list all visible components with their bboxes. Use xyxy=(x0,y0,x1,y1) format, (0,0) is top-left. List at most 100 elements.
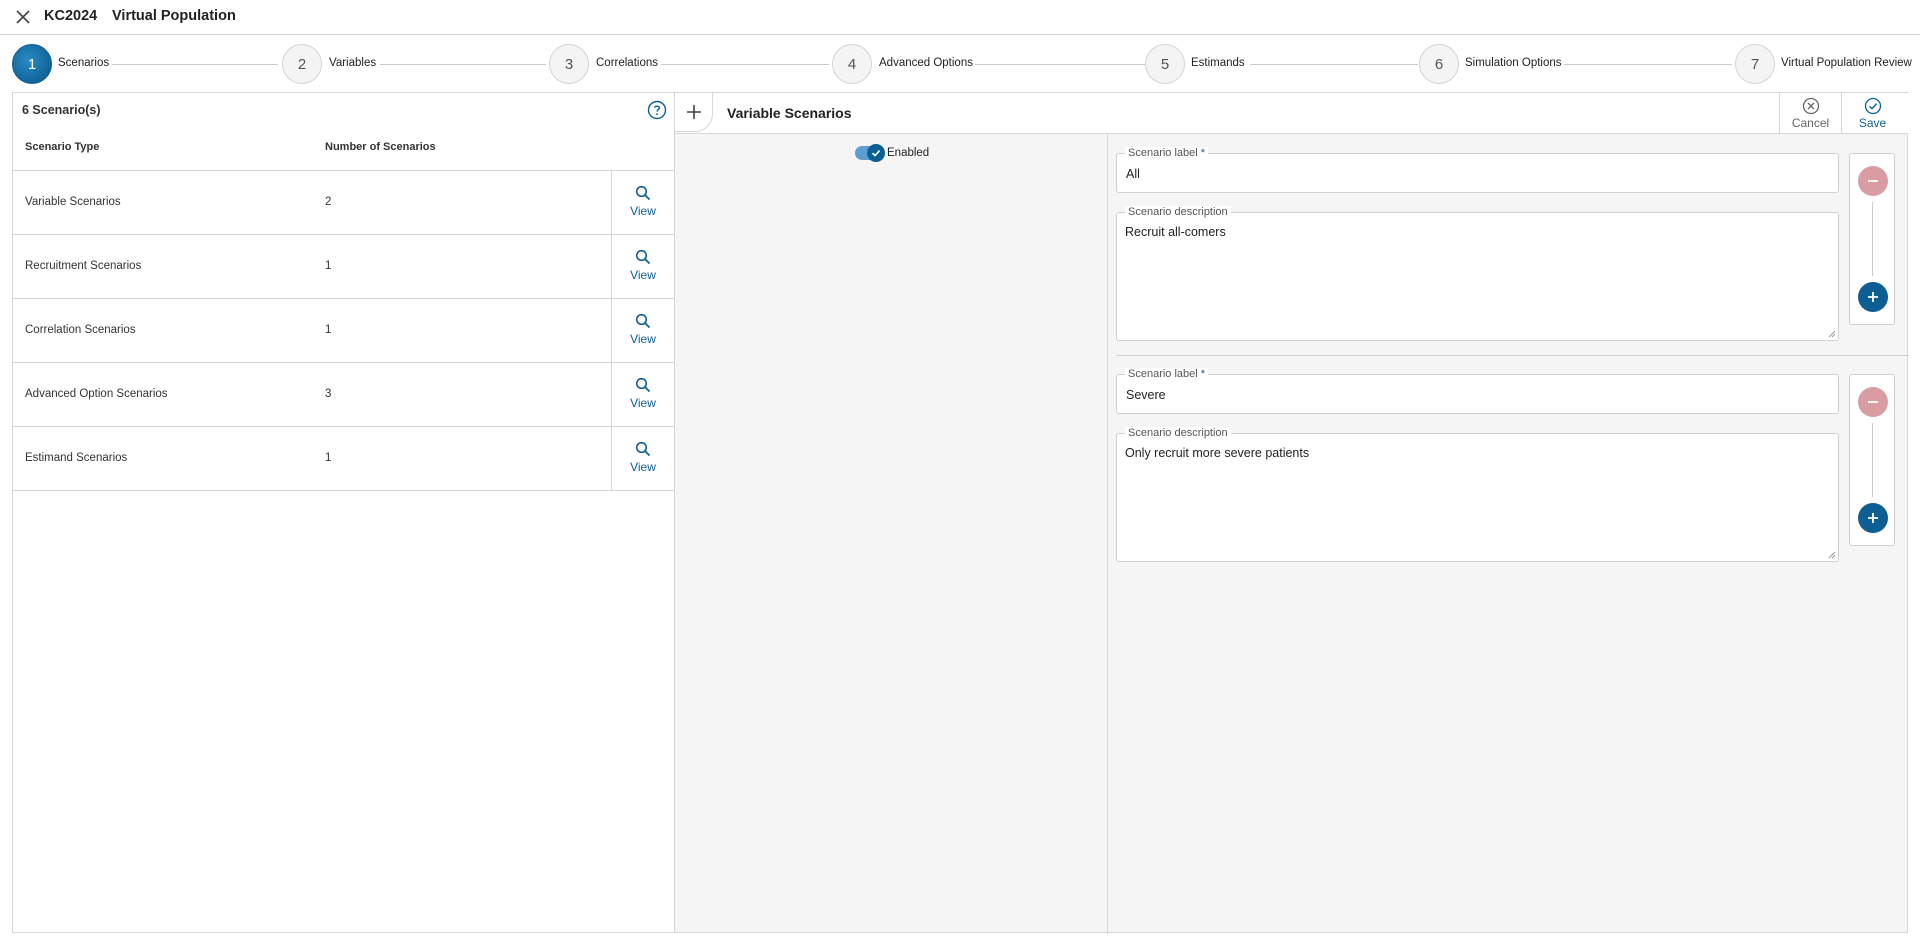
scenario-controls xyxy=(1849,374,1895,546)
editor-title: Variable Scenarios xyxy=(727,105,852,121)
scenario-label-field[interactable]: Scenario label * xyxy=(1116,368,1839,414)
page-title: Virtual Population xyxy=(112,8,236,24)
step-4-label[interactable]: Advanced Options xyxy=(879,57,973,69)
controls-divider xyxy=(1872,202,1873,276)
column-header-number-of-scenarios: Number of Scenarios xyxy=(325,141,436,153)
scenario-description-input[interactable]: Only recruit more severe patients xyxy=(1125,445,1830,555)
view-button-label: View xyxy=(630,332,656,346)
scenario-type-cell: Variable Scenarios xyxy=(25,196,121,208)
search-icon xyxy=(635,185,651,201)
scenario-label-caption: Scenario label * xyxy=(1125,147,1209,159)
step-1-label[interactable]: Scenarios xyxy=(58,57,109,69)
resize-grip-icon[interactable] xyxy=(1828,330,1836,338)
scenario-type-cell: Advanced Option Scenarios xyxy=(25,388,168,400)
step-connector xyxy=(112,64,278,65)
search-icon xyxy=(635,377,651,393)
step-5-label[interactable]: Estimands xyxy=(1191,57,1245,69)
plus-icon xyxy=(686,105,701,119)
scenario-type-cell: Estimand Scenarios xyxy=(25,452,128,464)
scenario-label-caption: Scenario label * xyxy=(1125,368,1209,380)
scenario-description-input[interactable]: Recruit all-comers xyxy=(1125,224,1830,334)
step-connector xyxy=(380,64,546,65)
scenario-count-cell: 1 xyxy=(325,260,332,272)
step-connector xyxy=(975,64,1145,65)
wizard-stepper: 1 Scenarios 2 Variables 3 Correlations 4… xyxy=(0,36,1920,88)
scenario-description-field[interactable]: Scenario description Only recruit more s… xyxy=(1116,427,1839,562)
cancel-button-label: Cancel xyxy=(1791,116,1830,130)
step-6-circle[interactable]: 6 xyxy=(1419,44,1459,84)
enabled-toggle[interactable] xyxy=(855,144,885,162)
step-3-circle[interactable]: 3 xyxy=(549,44,589,84)
save-button[interactable]: Save xyxy=(1841,93,1903,134)
table-row: Advanced Option Scenarios 3 View xyxy=(13,363,674,427)
scenario-count-cell: 1 xyxy=(325,452,332,464)
scenario-controls xyxy=(1849,153,1895,325)
step-2-circle[interactable]: 2 xyxy=(282,44,322,84)
scenario-count-cell: 3 xyxy=(325,388,332,400)
minus-icon xyxy=(1868,401,1878,403)
scenario-table: Variable Scenarios 2 View Recruitment Sc… xyxy=(13,170,674,491)
step-4-circle[interactable]: 4 xyxy=(832,44,872,84)
check-circle-icon xyxy=(1864,97,1881,115)
scenario-label-field[interactable]: Scenario label * xyxy=(1116,147,1839,193)
scenario-description-caption: Scenario description xyxy=(1125,206,1231,218)
view-button-label: View xyxy=(630,268,656,282)
scenario-type-cell: Recruitment Scenarios xyxy=(25,260,142,272)
search-icon xyxy=(635,249,651,265)
resize-grip-icon[interactable] xyxy=(1828,551,1836,559)
step-1-circle[interactable]: 1 xyxy=(12,44,52,84)
add-scenario-button[interactable] xyxy=(1858,282,1888,312)
view-button[interactable]: View xyxy=(611,235,674,298)
minus-icon xyxy=(1868,180,1878,182)
enable-toggle-area: Enabled xyxy=(675,134,1108,934)
add-scenario-type-button[interactable] xyxy=(674,92,713,132)
controls-divider xyxy=(1872,423,1873,497)
close-icon[interactable] xyxy=(12,6,34,28)
save-button-label: Save xyxy=(1858,116,1887,130)
step-6-label[interactable]: Simulation Options xyxy=(1465,57,1562,69)
view-button[interactable]: View xyxy=(611,363,674,426)
check-icon xyxy=(871,150,881,157)
plus-icon xyxy=(1868,513,1878,523)
table-row: Estimand Scenarios 1 View xyxy=(13,427,674,491)
view-button-label: View xyxy=(630,204,656,218)
title-bar: KC2024 Virtual Population xyxy=(0,0,1920,35)
table-row: Recruitment Scenarios 1 View xyxy=(13,235,674,299)
step-connector xyxy=(1564,64,1732,65)
view-button-label: View xyxy=(630,396,656,410)
plus-icon xyxy=(1868,292,1878,302)
view-button-label: View xyxy=(630,460,656,474)
table-row: Correlation Scenarios 1 View xyxy=(13,299,674,363)
project-code: KC2024 xyxy=(44,8,98,24)
scenario-count-title: 6 Scenario(s) xyxy=(22,103,101,117)
scenario-description-caption: Scenario description xyxy=(1125,427,1231,439)
column-header-scenario-type: Scenario Type xyxy=(25,141,100,153)
remove-scenario-button[interactable] xyxy=(1858,387,1888,417)
scenario-description-field[interactable]: Scenario description Recruit all-comers xyxy=(1116,206,1839,341)
search-icon xyxy=(635,441,651,457)
step-7-circle[interactable]: 7 xyxy=(1735,44,1775,84)
editor-header: Variable Scenarios Cancel Save xyxy=(674,92,1908,134)
add-scenario-button[interactable] xyxy=(1858,503,1888,533)
scenario-label-input[interactable] xyxy=(1126,387,1826,403)
step-connector xyxy=(661,64,829,65)
scenario-editor-panel: Variable Scenarios Cancel Save Enabled S… xyxy=(674,92,1909,934)
search-icon xyxy=(635,313,651,329)
scenario-divider xyxy=(1116,355,1909,356)
scenario-count-cell: 2 xyxy=(325,196,332,208)
step-connector xyxy=(1250,64,1418,65)
cancel-button[interactable]: Cancel xyxy=(1779,93,1841,134)
remove-scenario-button[interactable] xyxy=(1858,166,1888,196)
step-5-circle[interactable]: 5 xyxy=(1145,44,1185,84)
view-button[interactable]: View xyxy=(611,299,674,362)
cancel-circle-icon xyxy=(1802,97,1819,115)
view-button[interactable]: View xyxy=(611,427,674,490)
step-3-label[interactable]: Correlations xyxy=(596,57,658,69)
step-2-label[interactable]: Variables xyxy=(329,57,376,69)
scenario-label-input[interactable] xyxy=(1126,166,1826,182)
view-button[interactable]: View xyxy=(611,171,674,234)
scenario-summary-panel: 6 Scenario(s) Scenario Type Number of Sc… xyxy=(12,92,675,933)
help-circle-icon[interactable] xyxy=(647,100,667,120)
scenario-count-cell: 1 xyxy=(325,324,332,336)
step-7-label[interactable]: Virtual Population Review xyxy=(1781,57,1912,69)
